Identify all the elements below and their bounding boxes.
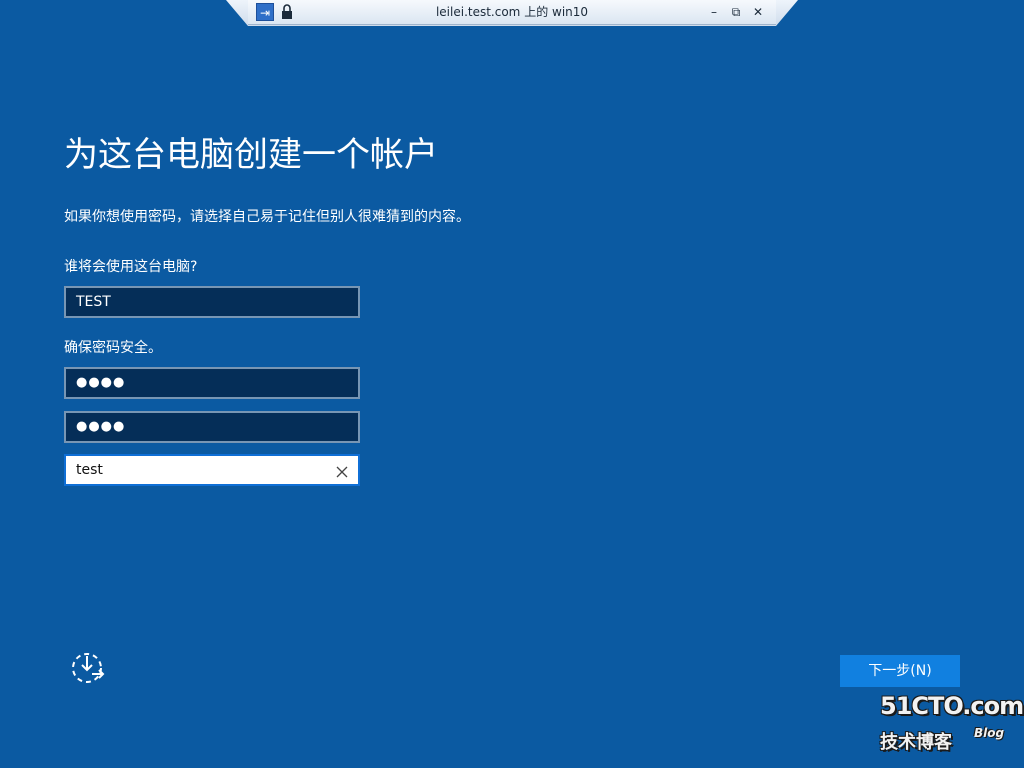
lock-icon[interactable] bbox=[280, 3, 294, 21]
clear-icon[interactable] bbox=[334, 462, 350, 478]
restore-button[interactable]: ⧉ bbox=[728, 3, 744, 21]
password-hint-value: test bbox=[76, 462, 103, 478]
next-button[interactable]: 下一步(N) bbox=[840, 655, 960, 687]
password-hint-input[interactable]: test bbox=[64, 454, 360, 486]
watermark-line1: 51CTO.com bbox=[880, 692, 1024, 720]
watermark-logo: 51CTO.com 技术博客 Blog bbox=[878, 690, 1024, 760]
watermark-blog: Blog bbox=[974, 726, 1005, 740]
minimize-button[interactable]: – bbox=[706, 3, 722, 21]
password-label: 确保密码安全。 bbox=[64, 340, 162, 356]
connection-title: leilei.test.com 上的 win10 bbox=[435, 5, 589, 19]
username-input[interactable]: TEST bbox=[64, 286, 360, 318]
watermark-line2: 技术博客 bbox=[880, 732, 952, 753]
page-subtitle: 如果你想使用密码，请选择自己易于记住但别人很难猜到的内容。 bbox=[64, 209, 470, 225]
close-button[interactable]: ✕ bbox=[750, 3, 766, 21]
password-input[interactable]: ●●●● bbox=[64, 367, 360, 399]
confirm-password-input[interactable]: ●●●● bbox=[64, 411, 360, 443]
pin-icon[interactable]: ⇥ bbox=[256, 3, 274, 21]
ease-of-access-icon[interactable] bbox=[70, 650, 106, 686]
username-label: 谁将会使用这台电脑? bbox=[64, 259, 198, 275]
page-title: 为这台电脑创建一个帐户 bbox=[64, 135, 438, 175]
